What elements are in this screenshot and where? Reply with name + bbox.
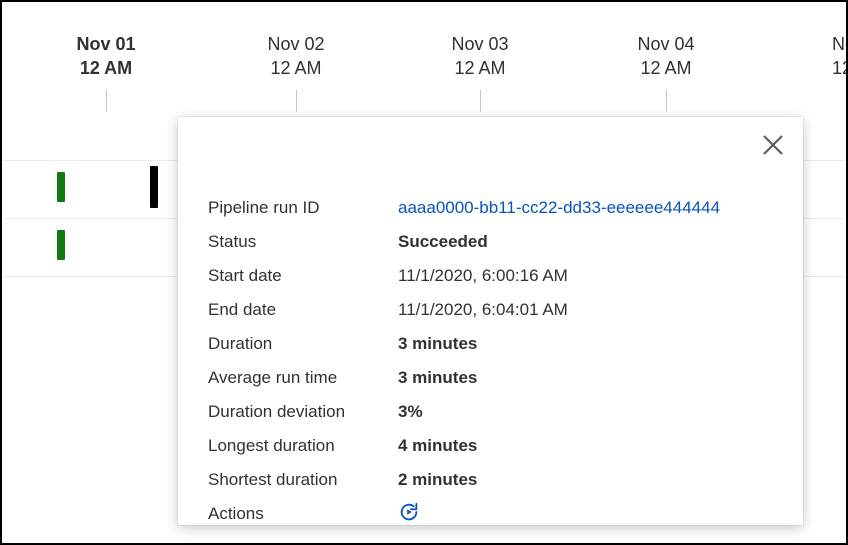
tick-time: 12 AM bbox=[606, 56, 726, 80]
label-avg: Average run time bbox=[208, 368, 398, 388]
label-end: End date bbox=[208, 300, 398, 320]
timeline-tick: Nov 03 12 AM bbox=[420, 32, 540, 81]
label-duration: Duration bbox=[208, 334, 398, 354]
label-run-id: Pipeline run ID bbox=[208, 198, 398, 218]
label-deviation: Duration deviation bbox=[208, 402, 398, 422]
timeline-tick: Nov 01 12 AM bbox=[46, 32, 166, 81]
pipeline-run-bar-selected[interactable] bbox=[150, 166, 158, 208]
tick-mark bbox=[666, 90, 667, 112]
label-start: Start date bbox=[208, 266, 398, 286]
value-avg: 3 minutes bbox=[398, 368, 773, 388]
tick-mark bbox=[106, 90, 107, 112]
details-list: Pipeline run ID aaaa0000-bb11-cc22-dd33-… bbox=[208, 191, 773, 531]
tick-time: 12 bbox=[832, 56, 848, 80]
rerun-button[interactable] bbox=[398, 501, 420, 528]
detail-row-duration: Duration 3 minutes bbox=[208, 327, 773, 361]
value-status: Succeeded bbox=[398, 232, 773, 252]
detail-row-status: Status Succeeded bbox=[208, 225, 773, 259]
tick-time: 12 AM bbox=[236, 56, 356, 80]
value-run-id[interactable]: aaaa0000-bb11-cc22-dd33-eeeeee444444 bbox=[398, 198, 773, 218]
run-details-popup: Pipeline run ID aaaa0000-bb11-cc22-dd33-… bbox=[178, 117, 803, 525]
value-deviation: 3% bbox=[398, 402, 773, 422]
detail-row-longest: Longest duration 4 minutes bbox=[208, 429, 773, 463]
detail-row-avg: Average run time 3 minutes bbox=[208, 361, 773, 395]
detail-row-start: Start date 11/1/2020, 6:00:16 AM bbox=[208, 259, 773, 293]
value-actions bbox=[398, 501, 773, 528]
tick-date: Nov 03 bbox=[420, 32, 540, 56]
value-shortest: 2 minutes bbox=[398, 470, 773, 490]
tick-date: Nov 04 bbox=[606, 32, 726, 56]
tick-time: 12 AM bbox=[46, 56, 166, 80]
detail-row-actions: Actions bbox=[208, 497, 773, 531]
label-shortest: Shortest duration bbox=[208, 470, 398, 490]
value-duration: 3 minutes bbox=[398, 334, 773, 354]
tick-date: Nov 02 bbox=[236, 32, 356, 56]
timeline-header: Nov 01 12 AM Nov 02 12 AM Nov 03 12 AM N… bbox=[2, 32, 846, 87]
value-start: 11/1/2020, 6:00:16 AM bbox=[398, 266, 773, 286]
detail-row-end: End date 11/1/2020, 6:04:01 AM bbox=[208, 293, 773, 327]
close-icon bbox=[761, 144, 785, 160]
timeline-view: Nov 01 12 AM Nov 02 12 AM Nov 03 12 AM N… bbox=[0, 0, 848, 545]
refresh-play-icon bbox=[398, 501, 420, 528]
value-end: 11/1/2020, 6:04:01 AM bbox=[398, 300, 773, 320]
value-longest: 4 minutes bbox=[398, 436, 773, 456]
tick-mark bbox=[296, 90, 297, 112]
tick-mark bbox=[480, 90, 481, 112]
detail-row-deviation: Duration deviation 3% bbox=[208, 395, 773, 429]
close-button[interactable] bbox=[761, 133, 785, 157]
tick-date: Nov 01 bbox=[46, 32, 166, 56]
label-longest: Longest duration bbox=[208, 436, 398, 456]
detail-row-run-id: Pipeline run ID aaaa0000-bb11-cc22-dd33-… bbox=[208, 191, 773, 225]
pipeline-run-bar[interactable] bbox=[57, 172, 65, 202]
pipeline-run-bar[interactable] bbox=[57, 230, 65, 260]
detail-row-shortest: Shortest duration 2 minutes bbox=[208, 463, 773, 497]
label-status: Status bbox=[208, 232, 398, 252]
timeline-tick: Nov 02 12 AM bbox=[236, 32, 356, 81]
tick-time: 12 AM bbox=[420, 56, 540, 80]
timeline-tick: No 12 bbox=[832, 32, 848, 81]
timeline-tick: Nov 04 12 AM bbox=[606, 32, 726, 81]
label-actions: Actions bbox=[208, 504, 398, 524]
tick-date: No bbox=[832, 32, 848, 56]
